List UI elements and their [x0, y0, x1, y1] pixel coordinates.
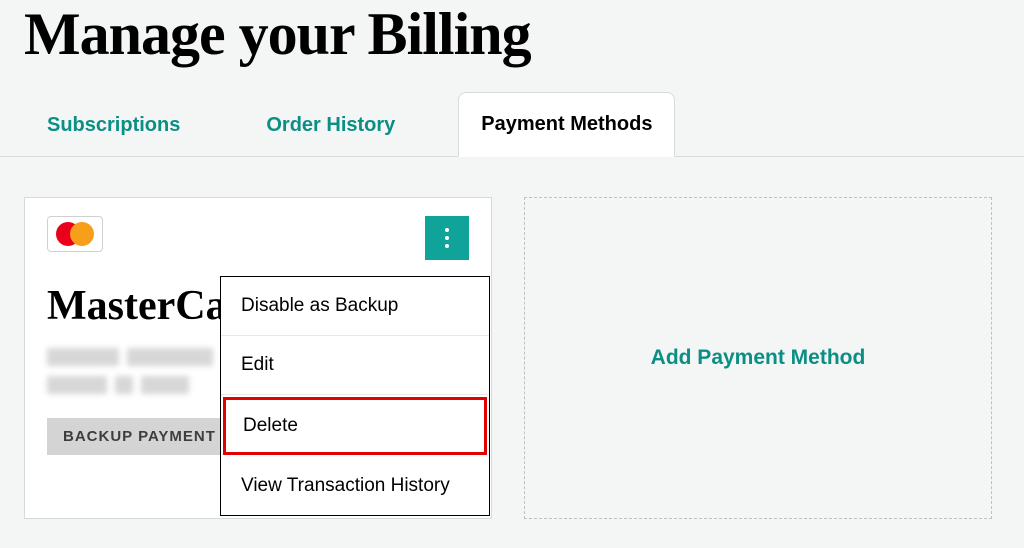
- page-title: Manage your Billing: [0, 0, 1024, 77]
- menu-view-transaction-history[interactable]: View Transaction History: [221, 457, 489, 515]
- payment-card: MasterCard BACKUP PAYMENT Disable as Bac…: [24, 197, 492, 519]
- add-payment-method-card[interactable]: Add Payment Method: [524, 197, 992, 519]
- tabs-container: Subscriptions Order History Payment Meth…: [0, 91, 1024, 157]
- tab-payment-methods[interactable]: Payment Methods: [458, 92, 675, 157]
- tab-order-history[interactable]: Order History: [243, 93, 418, 157]
- kebab-dot-icon: [445, 244, 449, 248]
- payment-methods-content: MasterCard BACKUP PAYMENT Disable as Bac…: [0, 157, 1024, 543]
- add-payment-method-label: Add Payment Method: [651, 346, 866, 370]
- menu-delete[interactable]: Delete: [223, 397, 487, 455]
- kebab-dot-icon: [445, 228, 449, 232]
- card-menu-button[interactable]: [425, 216, 469, 260]
- menu-edit[interactable]: Edit: [221, 336, 489, 395]
- mastercard-logo-icon: [47, 216, 103, 252]
- menu-disable-backup[interactable]: Disable as Backup: [221, 277, 489, 336]
- card-header: [47, 216, 469, 260]
- kebab-dot-icon: [445, 236, 449, 240]
- tab-subscriptions[interactable]: Subscriptions: [24, 93, 203, 157]
- backup-payment-badge: BACKUP PAYMENT: [47, 418, 232, 455]
- card-actions-dropdown: Disable as Backup Edit Delete View Trans…: [220, 276, 490, 516]
